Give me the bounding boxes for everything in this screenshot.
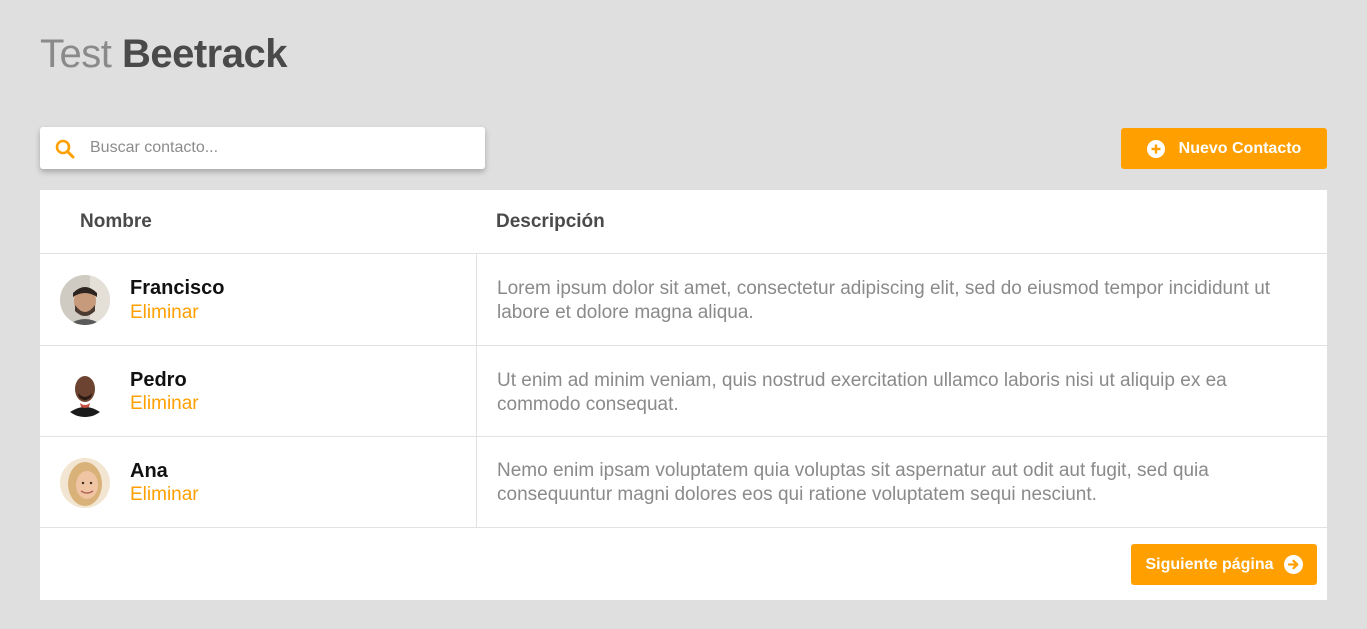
avatar: [60, 367, 110, 417]
column-divider: [476, 437, 477, 527]
search-box: [40, 127, 485, 169]
delete-link[interactable]: Eliminar: [130, 301, 199, 325]
contact-name: Ana: [130, 460, 168, 482]
column-header-description: Descripción: [496, 211, 605, 232]
arrow-right-circle-icon: [1283, 555, 1303, 574]
contact-name: Francisco: [130, 277, 225, 299]
next-page-button[interactable]: Siguiente página: [1131, 544, 1317, 585]
contact-description: Ut enim ad minim veniam, quis nostrud ex…: [497, 370, 1227, 415]
next-page-label: Siguiente página: [1145, 555, 1274, 573]
contact-name: Pedro: [130, 369, 187, 391]
new-contact-label: Nuevo Contacto: [1178, 139, 1302, 157]
table-header: Nombre Descripción: [40, 190, 1327, 254]
avatar: [60, 275, 110, 325]
avatar: [60, 458, 110, 508]
page-title-light: Test: [40, 32, 112, 76]
column-divider: [476, 346, 477, 436]
delete-link[interactable]: Eliminar: [130, 392, 199, 416]
delete-link[interactable]: Eliminar: [130, 483, 199, 507]
contact-description: Nemo enim ipsam voluptatem quia voluptas…: [497, 460, 1209, 505]
search-icon[interactable]: [55, 139, 75, 159]
table-row: Ana Eliminar Nemo enim ipsam voluptatem …: [40, 437, 1327, 528]
table-row: Pedro Eliminar Ut enim ad minim veniam, …: [40, 346, 1327, 437]
column-header-name: Nombre: [80, 211, 152, 232]
plus-circle-icon: [1146, 139, 1165, 158]
column-divider: [476, 254, 477, 345]
contact-description: Lorem ipsum dolor sit amet, consectetur …: [497, 278, 1271, 323]
new-contact-button[interactable]: Nuevo Contacto: [1121, 128, 1327, 169]
page-title: Test Beetrack: [40, 30, 288, 78]
page-title-bold: Beetrack: [121, 32, 288, 76]
table-row: Francisco Eliminar Lorem ipsum dolor sit…: [40, 254, 1327, 346]
contacts-table: Nombre Descripción Francisco Eliminar Lo…: [40, 190, 1327, 600]
search-input[interactable]: [90, 135, 470, 161]
